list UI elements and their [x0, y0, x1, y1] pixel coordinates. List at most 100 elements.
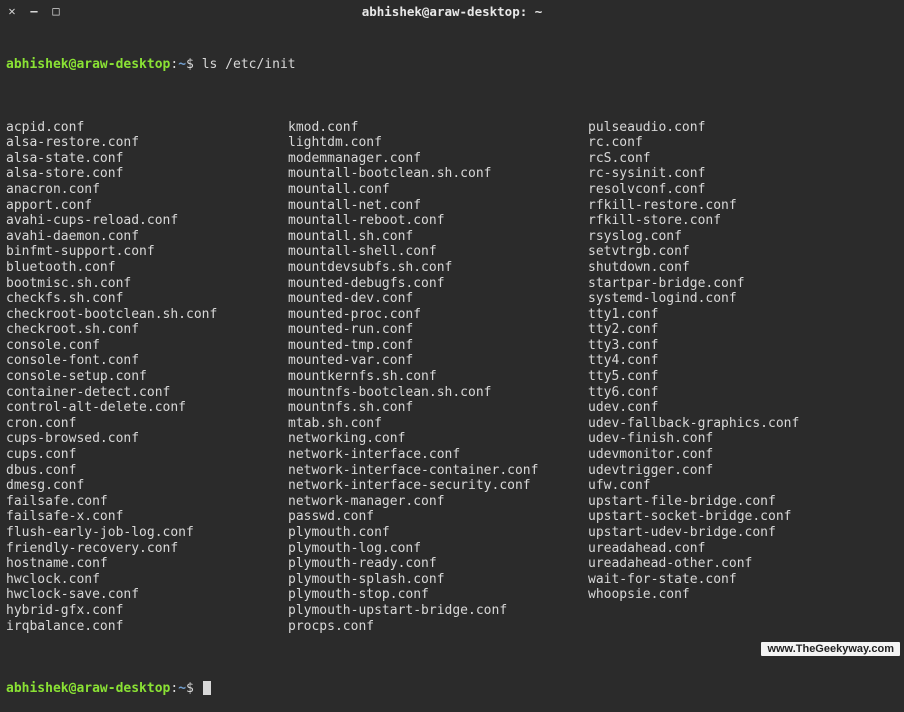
maximize-icon[interactable]: □ — [50, 5, 62, 17]
terminal-output[interactable]: abhishek@araw-desktop:~$ ls /etc/init ac… — [0, 22, 904, 712]
prompt-user-host: abhishek@araw-desktop — [6, 681, 170, 697]
file-entry: mountall.conf — [288, 182, 588, 198]
file-entry: checkroot-bootclean.sh.conf — [6, 307, 288, 323]
file-entry: binfmt-support.conf — [6, 244, 288, 260]
file-entry: rc-sysinit.conf — [588, 166, 898, 182]
file-entry: pulseaudio.conf — [588, 120, 898, 136]
prompt-line: abhishek@araw-desktop:~$ ls /etc/init — [6, 57, 898, 73]
file-entry: alsa-restore.conf — [6, 135, 288, 151]
prompt-colon: : — [170, 681, 178, 697]
file-entry: mountkernfs.sh.conf — [288, 369, 588, 385]
file-entry: plymouth-log.conf — [288, 541, 588, 557]
file-entry: mounted-tmp.conf — [288, 338, 588, 354]
file-entry: hwclock.conf — [6, 572, 288, 588]
prompt-path: ~ — [178, 57, 186, 73]
file-entry: mountdevsubfs.sh.conf — [288, 260, 588, 276]
file-entry: networking.conf — [288, 431, 588, 447]
file-entry: avahi-daemon.conf — [6, 229, 288, 245]
file-entry: passwd.conf — [288, 509, 588, 525]
prompt-dollar: $ — [186, 681, 194, 697]
file-entry: alsa-store.conf — [6, 166, 288, 182]
file-entry: network-interface.conf — [288, 447, 588, 463]
file-entry: upstart-udev-bridge.conf — [588, 525, 898, 541]
file-entry: upstart-socket-bridge.conf — [588, 509, 898, 525]
file-entry: mountall-reboot.conf — [288, 213, 588, 229]
listing-column-3: pulseaudio.confrc.confrcS.confrc-sysinit… — [588, 120, 898, 635]
ls-output: acpid.confalsa-restore.confalsa-state.co… — [6, 120, 898, 635]
terminal-cursor — [203, 681, 211, 695]
file-entry: plymouth-stop.conf — [288, 587, 588, 603]
file-entry: udevtrigger.conf — [588, 463, 898, 479]
file-entry: rcS.conf — [588, 151, 898, 167]
file-entry: tty3.conf — [588, 338, 898, 354]
file-entry: tty1.conf — [588, 307, 898, 323]
file-entry: udevmonitor.conf — [588, 447, 898, 463]
file-entry: whoopsie.conf — [588, 587, 898, 603]
file-entry: dbus.conf — [6, 463, 288, 479]
file-entry: mtab.sh.conf — [288, 416, 588, 432]
titlebar: ✕ — □ abhishek@araw-desktop: ~ — [0, 0, 904, 22]
file-entry: rc.conf — [588, 135, 898, 151]
file-entry: mounted-debugfs.conf — [288, 276, 588, 292]
command-text: ls /etc/init — [202, 57, 296, 73]
file-entry: failsafe-x.conf — [6, 509, 288, 525]
file-entry: plymouth.conf — [288, 525, 588, 541]
file-entry: cups-browsed.conf — [6, 431, 288, 447]
file-entry: alsa-state.conf — [6, 151, 288, 167]
file-entry: ufw.conf — [588, 478, 898, 494]
listing-column-2: kmod.conflightdm.confmodemmanager.confmo… — [288, 120, 588, 635]
file-entry: mounted-run.conf — [288, 322, 588, 338]
minimize-icon[interactable]: — — [28, 5, 40, 17]
file-entry: mountall-bootclean.sh.conf — [288, 166, 588, 182]
file-entry: network-interface-security.conf — [288, 478, 588, 494]
close-icon[interactable]: ✕ — [6, 5, 18, 17]
prompt-user-host: abhishek@araw-desktop — [6, 57, 170, 73]
file-entry: checkfs.sh.conf — [6, 291, 288, 307]
cursor — [194, 681, 202, 697]
file-entry: ureadahead.conf — [588, 541, 898, 557]
file-entry: rfkill-restore.conf — [588, 198, 898, 214]
file-entry: systemd-logind.conf — [588, 291, 898, 307]
file-entry: acpid.conf — [6, 120, 288, 136]
watermark: www.TheGeekyway.com — [761, 642, 900, 656]
file-entry: udev.conf — [588, 400, 898, 416]
file-entry: udev-fallback-graphics.conf — [588, 416, 898, 432]
file-entry: modemmanager.conf — [288, 151, 588, 167]
file-entry: failsafe.conf — [6, 494, 288, 510]
file-entry: avahi-cups-reload.conf — [6, 213, 288, 229]
file-entry: tty2.conf — [588, 322, 898, 338]
prompt-line-idle: abhishek@araw-desktop:~$ — [6, 681, 898, 697]
file-entry: mountall-shell.conf — [288, 244, 588, 260]
file-entry: container-detect.conf — [6, 385, 288, 401]
file-entry: wait-for-state.conf — [588, 572, 898, 588]
file-entry: hwclock-save.conf — [6, 587, 288, 603]
file-entry: flush-early-job-log.conf — [6, 525, 288, 541]
file-entry: mounted-var.conf — [288, 353, 588, 369]
file-entry: network-interface-container.conf — [288, 463, 588, 479]
listing-column-1: acpid.confalsa-restore.confalsa-state.co… — [6, 120, 288, 635]
file-entry: setvtrgb.conf — [588, 244, 898, 260]
file-entry: mountnfs-bootclean.sh.conf — [288, 385, 588, 401]
file-entry: mountall.sh.conf — [288, 229, 588, 245]
file-entry: upstart-file-bridge.conf — [588, 494, 898, 510]
file-entry: resolvconf.conf — [588, 182, 898, 198]
prompt-dollar: $ — [186, 57, 194, 73]
file-entry: console.conf — [6, 338, 288, 354]
file-entry: mountnfs.sh.conf — [288, 400, 588, 416]
file-entry: apport.conf — [6, 198, 288, 214]
file-entry: shutdown.conf — [588, 260, 898, 276]
file-entry: console-setup.conf — [6, 369, 288, 385]
file-entry: mountall-net.conf — [288, 198, 588, 214]
file-entry: plymouth-upstart-bridge.conf — [288, 603, 588, 619]
file-entry: anacron.conf — [6, 182, 288, 198]
window-title: abhishek@araw-desktop: ~ — [0, 4, 904, 19]
window-controls: ✕ — □ — [6, 5, 62, 17]
file-entry: cups.conf — [6, 447, 288, 463]
file-entry: plymouth-splash.conf — [288, 572, 588, 588]
file-entry: ureadahead-other.conf — [588, 556, 898, 572]
file-entry: hostname.conf — [6, 556, 288, 572]
file-entry: bootmisc.sh.conf — [6, 276, 288, 292]
file-entry: tty6.conf — [588, 385, 898, 401]
file-entry: startpar-bridge.conf — [588, 276, 898, 292]
file-entry: lightdm.conf — [288, 135, 588, 151]
